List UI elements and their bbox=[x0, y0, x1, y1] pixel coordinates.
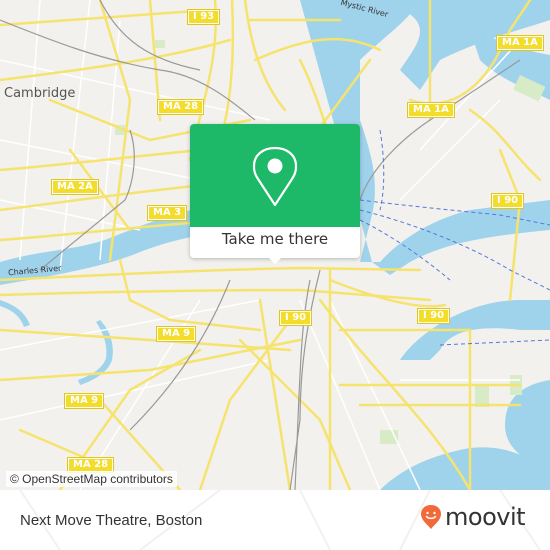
popup-header[interactable] bbox=[190, 124, 360, 227]
road-shield-ma9: MA 9 bbox=[155, 326, 197, 342]
road-shield-ma1a: MA 1A bbox=[407, 102, 455, 118]
road-shield-ma1a: MA 1A bbox=[496, 35, 544, 51]
road-shield-ma2a: MA 2A bbox=[51, 179, 99, 195]
moovit-brand-name: moovit bbox=[445, 503, 526, 531]
road-shield-i90: I 90 bbox=[490, 193, 525, 209]
map-pin-icon bbox=[252, 146, 298, 207]
location-title: Next Move Theatre, Boston bbox=[20, 512, 203, 529]
map-attribution[interactable]: © OpenStreetMap contributors bbox=[6, 471, 177, 487]
place-label-cambridge: Cambridge bbox=[4, 86, 76, 101]
take-me-there-button[interactable]: Take me there bbox=[190, 230, 360, 248]
road-shield-i90: I 90 bbox=[278, 310, 313, 326]
road-shield-ma28: MA 28 bbox=[156, 99, 205, 115]
take-me-there-popup[interactable]: Take me there bbox=[190, 124, 360, 264]
road-shield-ma3: MA 3 bbox=[146, 205, 188, 221]
road-shield-i90: I 90 bbox=[416, 308, 451, 324]
popup-pointer bbox=[268, 257, 282, 264]
road-shield-i93: I 93 bbox=[186, 9, 221, 25]
road-shield-ma28: MA 28 bbox=[66, 457, 115, 473]
moovit-logo-icon bbox=[421, 505, 441, 529]
road-shield-ma9: MA 9 bbox=[63, 393, 105, 409]
moovit-logo[interactable]: moovit bbox=[420, 503, 526, 531]
